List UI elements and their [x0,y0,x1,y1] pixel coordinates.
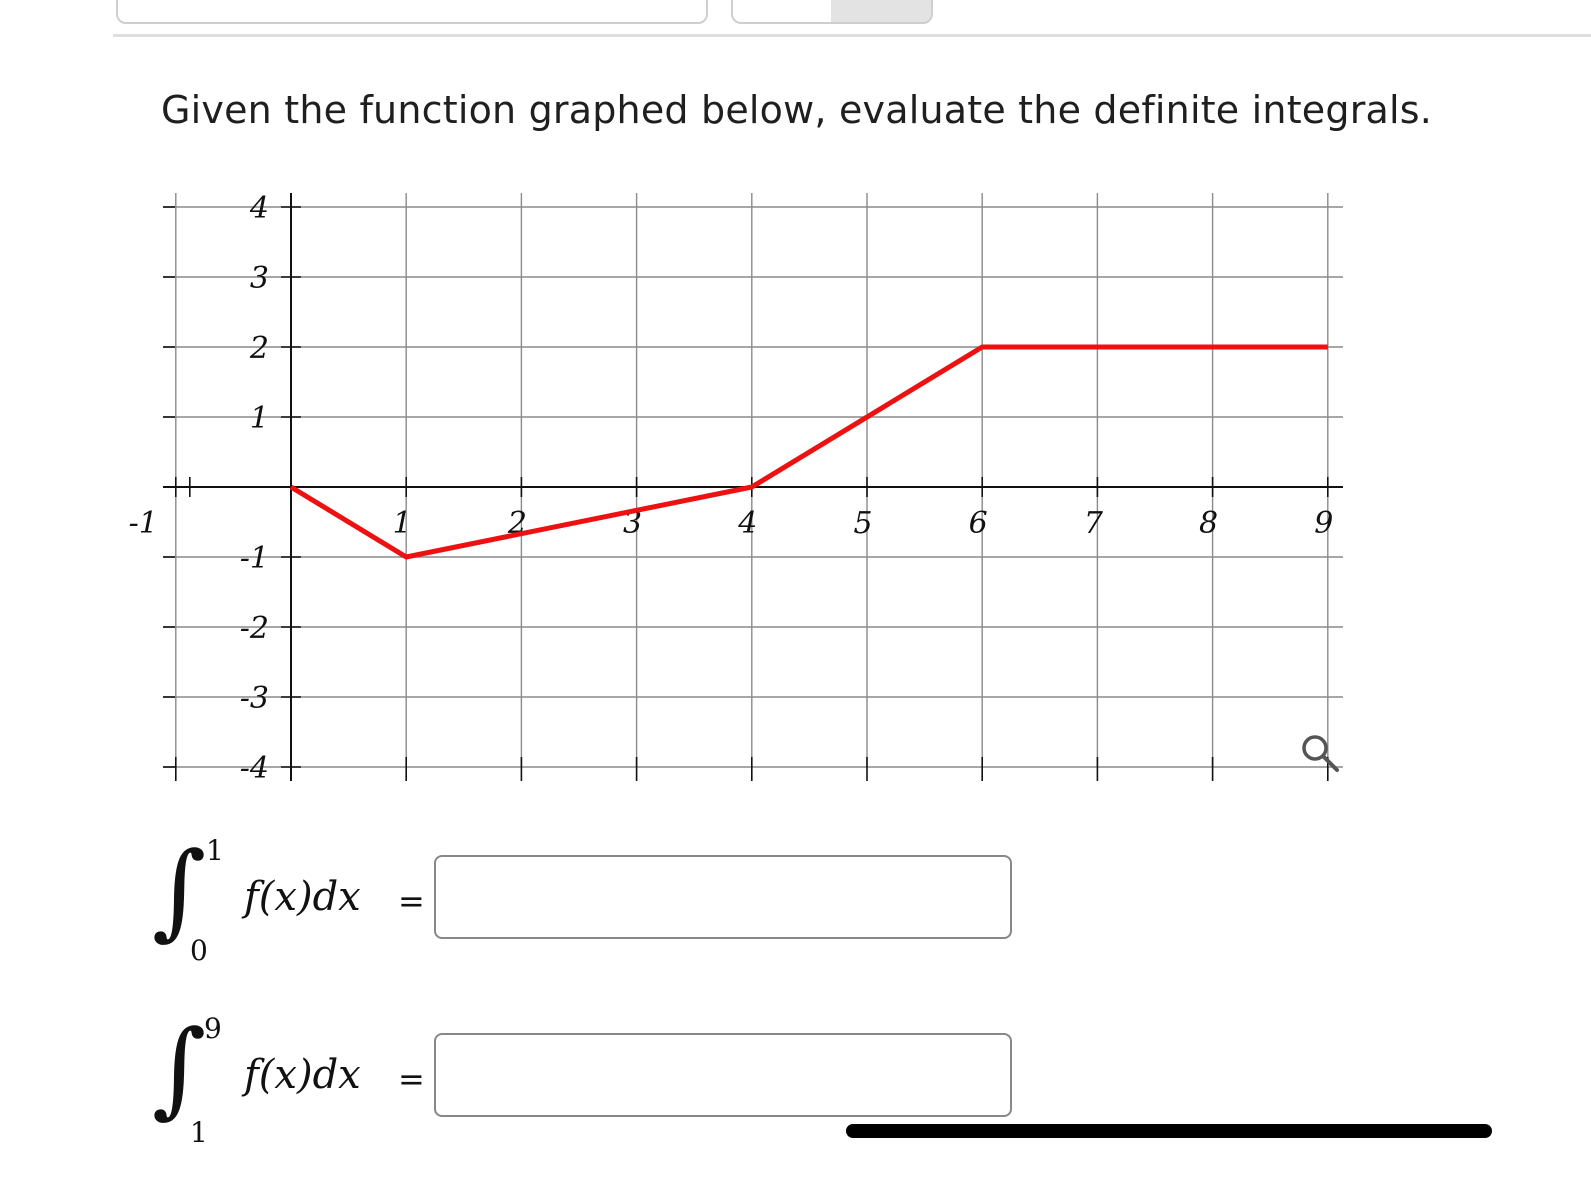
integral-sign: ∫ [152,1007,207,1129]
y-tick-label: -4 [240,751,269,786]
lower-limit: 1 [190,1116,208,1149]
home-indicator[interactable] [846,1124,1492,1138]
y-tick-label: 1 [250,401,269,436]
function-line [289,344,1328,560]
y-tick-label: 2 [249,331,269,366]
x-tick-label: 5 [853,506,872,541]
ticks [163,206,1329,781]
upper-limit: 9 [204,1012,222,1045]
magnifier-icon[interactable] [1302,735,1339,772]
function-graph: -1 1 2 3 4 5 6 7 8 94321-1-2-3-4 [129,191,1343,786]
integral-0-to-1-answer[interactable] [434,855,1012,939]
function-series [289,344,1328,560]
y-tick-label: 3 [250,261,269,296]
x-tick-label: 6 [969,506,988,541]
x-tick-label: 7 [1084,506,1104,541]
integral-sign: ∫ [152,829,207,951]
lower-limit: 0 [190,934,208,967]
x-tick-label: -1 [129,506,158,541]
integral-1-to-9-answer[interactable] [434,1033,1012,1117]
x-tick-label: 1 [393,506,412,541]
upper-limit: 1 [206,834,224,867]
x-tick-label: 4 [737,506,757,541]
grid [163,193,1343,768]
y-tick-label: 4 [249,191,269,226]
integrand: f(x)dx [244,874,361,920]
equals-sign: = [398,882,425,920]
equals-sign: = [398,1060,425,1098]
y-tick-label: -2 [240,611,269,646]
y-tick-label: -3 [240,681,269,716]
integrand: f(x)dx [244,1052,361,1098]
y-tick-label: -1 [240,541,269,576]
x-tick-label: 8 [1199,506,1218,541]
x-tick-label: 9 [1314,506,1333,541]
